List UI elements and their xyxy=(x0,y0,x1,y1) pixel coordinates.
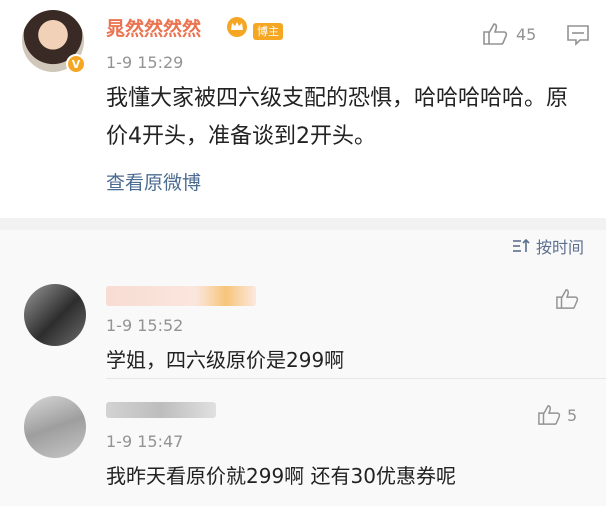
crown-icon xyxy=(227,17,247,37)
comment-like-count: 5 xyxy=(567,405,578,425)
view-original-link[interactable]: 查看原微博 xyxy=(106,168,201,195)
commenter-avatar[interactable] xyxy=(24,396,86,458)
comments-section: 按时间 1-9 15:52 学姐，四六级原价是299啊 1-9 15:47 我昨… xyxy=(0,230,606,506)
thumbs-up-icon xyxy=(556,289,579,309)
comment-icon[interactable] xyxy=(566,24,590,46)
post-author-name[interactable]: 晁然然然然 xyxy=(106,14,201,41)
blogger-tag: 博主 xyxy=(253,23,283,40)
comment-text: 我昨天看原价就299啊 还有30优惠券呢 xyxy=(106,464,456,488)
comment-like-button[interactable] xyxy=(555,288,585,310)
comment-separator xyxy=(106,378,606,379)
sort-label: 按时间 xyxy=(535,238,584,257)
verified-badge-icon: V xyxy=(66,54,86,74)
comment-like-button[interactable]: 5 xyxy=(537,404,577,426)
commenter-avatar[interactable] xyxy=(24,284,86,346)
post-like-button[interactable]: 45 xyxy=(482,22,536,46)
comment-text: 学姐，四六级原价是299啊 xyxy=(106,348,345,372)
post-like-count: 45 xyxy=(516,24,537,44)
weibo-post: V 晁然然然然 博主 1-9 15:29 45 我懂大家被四六级支配的恐惧，哈哈… xyxy=(0,0,606,218)
sort-by-time-button[interactable]: 按时间 xyxy=(512,234,584,258)
sort-icon xyxy=(512,238,530,252)
post-author-avatar[interactable]: V xyxy=(22,10,86,74)
post-content: 我懂大家被四六级支配的恐惧，哈哈哈哈哈。原价4开头，准备谈到2开头。 xyxy=(106,86,569,149)
commenter-name-blurred[interactable] xyxy=(106,402,216,418)
post-time: 1-9 15:29 xyxy=(106,53,184,72)
comment-time: 1-9 15:52 xyxy=(106,316,184,335)
comment-time: 1-9 15:47 xyxy=(106,432,184,451)
thumbs-up-icon xyxy=(483,23,508,45)
section-divider xyxy=(0,218,606,230)
commenter-name-blurred[interactable] xyxy=(106,286,256,306)
thumbs-up-icon xyxy=(538,405,561,425)
